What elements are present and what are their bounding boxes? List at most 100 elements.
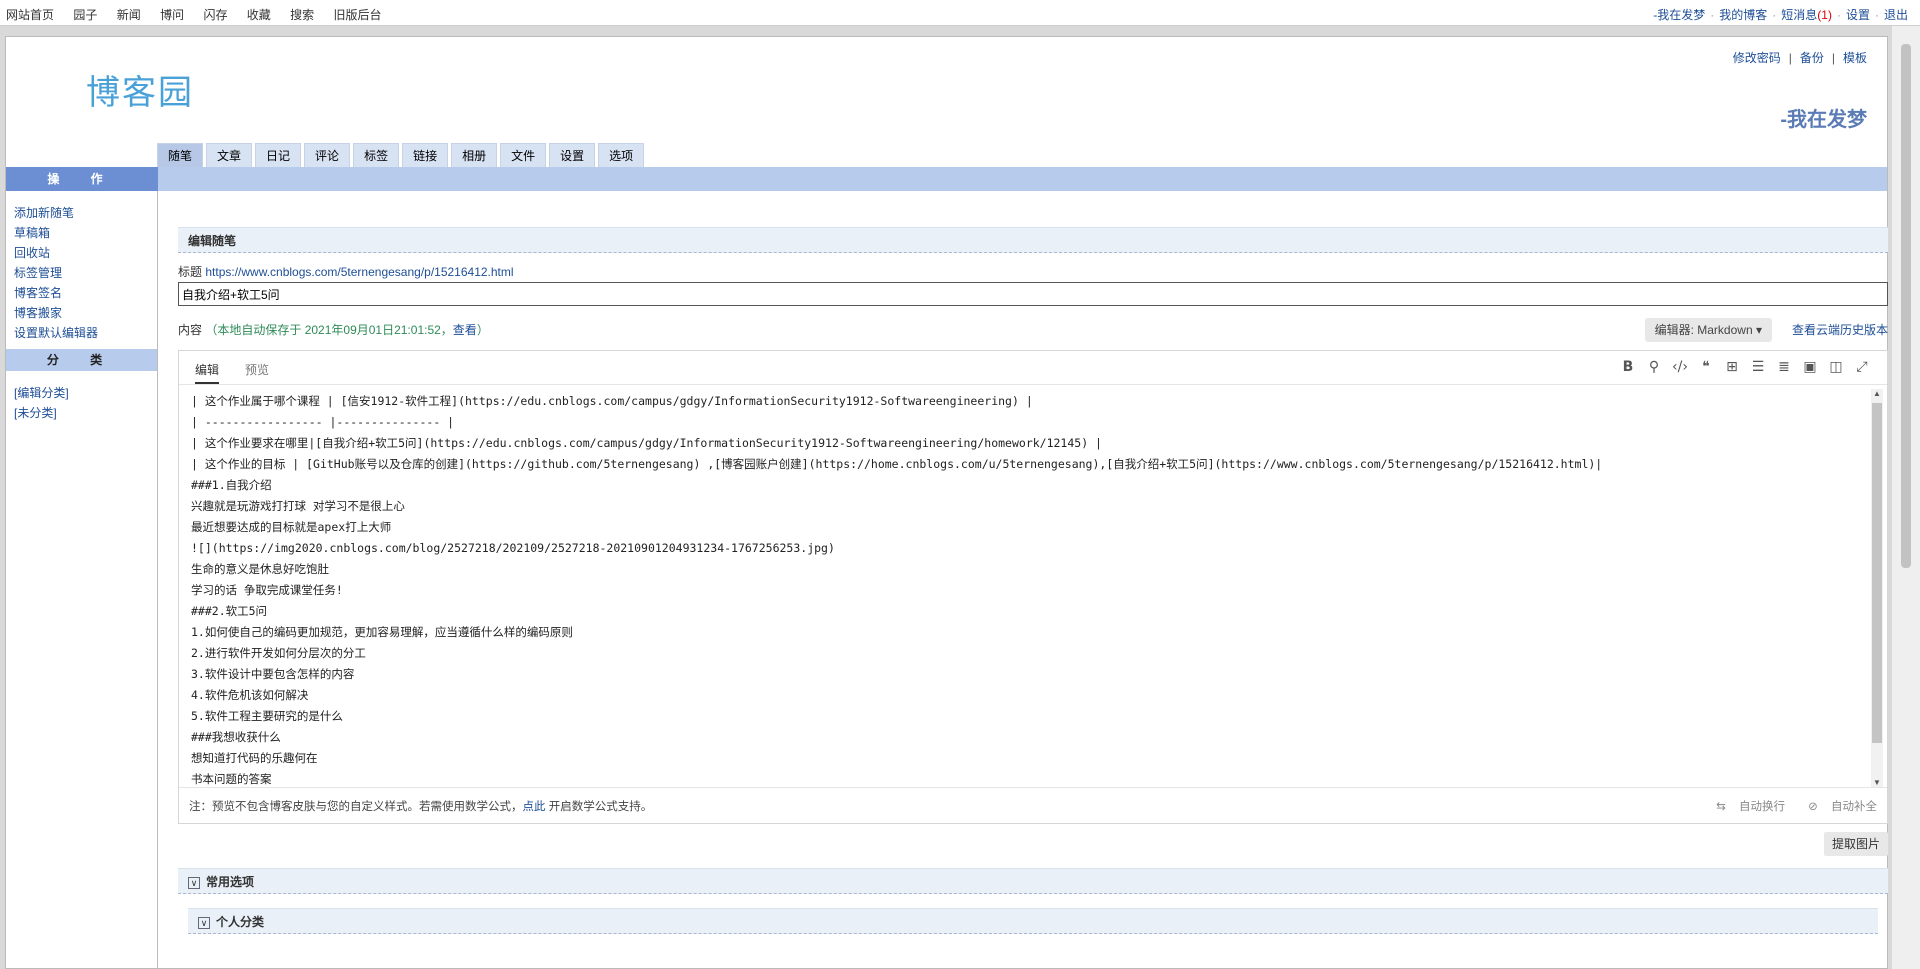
- nav-search-link[interactable]: 搜索: [290, 8, 314, 22]
- operations-header: 操 作: [6, 167, 158, 191]
- tab-settings[interactable]: 设置: [549, 143, 596, 167]
- image-icon[interactable]: ▣: [1797, 359, 1823, 375]
- no-sound-icon: ⊘: [1808, 801, 1818, 813]
- tab-tags[interactable]: 标签: [353, 143, 400, 167]
- code-line: 学习的话 争取完成课堂任务!: [191, 583, 343, 597]
- fullscreen-icon[interactable]: ⤢: [1849, 359, 1875, 375]
- nav-qa-link[interactable]: 博问: [160, 8, 184, 22]
- tab-posts[interactable]: 随笔: [157, 143, 204, 167]
- page-scrollbar[interactable]: [1892, 26, 1920, 969]
- common-options-header[interactable]: ∨ 常用选项: [178, 868, 1888, 894]
- bold-icon[interactable]: B: [1615, 359, 1641, 375]
- tab-diary[interactable]: 日记: [255, 143, 302, 167]
- site-links: 网站首页 园子 新闻 博问 闪存 收藏 搜索 旧版后台: [6, 6, 398, 23]
- sidebar-item-recycle-bin[interactable]: 回收站: [14, 243, 157, 263]
- personal-category-label: 个人分类: [216, 915, 265, 929]
- page-scrollbar-thumb[interactable]: [1901, 44, 1911, 568]
- quote-icon[interactable]: ❝: [1693, 359, 1719, 375]
- code-line: 2.进行软件开发如何分层次的分工: [191, 646, 366, 660]
- title-input[interactable]: [178, 282, 1888, 306]
- separator-bar: |: [1831, 51, 1835, 65]
- auto-complete-toggle[interactable]: ⊘ 自动补全: [1798, 801, 1877, 813]
- logout-link[interactable]: 退出: [1884, 8, 1908, 22]
- tab-links[interactable]: 链接: [402, 143, 449, 167]
- code-line: 5.软件工程主要研究的是什么: [191, 709, 343, 723]
- code-line: 书本问题的答案: [191, 772, 272, 786]
- sidebar-item-add-post[interactable]: 添加新随笔: [14, 203, 157, 223]
- code-icon[interactable]: ‹/›: [1667, 359, 1693, 375]
- scroll-down-icon[interactable]: ▼: [1873, 778, 1881, 787]
- extract-images-row: 提取图片: [178, 824, 1888, 868]
- tab-comments[interactable]: 评论: [304, 143, 351, 167]
- separator-bar: |: [1788, 51, 1792, 65]
- code-line: ###1.自我介绍: [191, 478, 272, 492]
- nav-garden-link[interactable]: 园子: [73, 8, 97, 22]
- link-icon[interactable]: ⚲: [1641, 359, 1667, 375]
- sidebar-item-uncategorized[interactable]: [未分类]: [14, 403, 157, 423]
- tab-files[interactable]: 文件: [500, 143, 547, 167]
- personal-category-header[interactable]: ∨ 个人分类: [188, 908, 1878, 934]
- separator-dot: ·: [1710, 8, 1715, 22]
- settings-link[interactable]: 设置: [1846, 8, 1870, 22]
- extract-images-button[interactable]: 提取图片: [1823, 832, 1888, 856]
- sidebar-item-edit-categories[interactable]: [编辑分类]: [14, 383, 157, 403]
- collapse-icon[interactable]: ∨: [198, 916, 210, 929]
- scroll-up-icon[interactable]: ▲: [1873, 389, 1881, 398]
- enable-math-link[interactable]: 点此: [523, 801, 546, 813]
- autosave-text: （本地自动保存于 2021年09月01日21:01:52，: [205, 323, 453, 337]
- admin-links: 修改密码 | 备份 | 模板: [1733, 49, 1867, 66]
- split-view-icon[interactable]: ◫: [1823, 359, 1849, 375]
- editor-footer: 注：预览不包含博客皮肤与您的自定义样式。若需使用数学公式，点此 开启数学公式支持…: [179, 787, 1887, 823]
- markdown-textarea[interactable]: | 这个作业属于哪个课程 | [信安1912-软件工程](https://edu…: [179, 387, 1865, 787]
- category-header: 分 类: [6, 349, 157, 371]
- header-band: [158, 167, 1887, 191]
- cloud-history-link[interactable]: 查看云端历史版本: [1792, 318, 1888, 342]
- sidebar-item-blog-signature[interactable]: 博客签名: [14, 283, 157, 303]
- editor-select-label: 编辑器: Markdown: [1654, 323, 1753, 337]
- category-list: [编辑分类] [未分类]: [6, 371, 157, 423]
- auto-wrap-toggle[interactable]: ⇆ 自动换行: [1706, 801, 1785, 813]
- site-logo[interactable]: 博客园: [86, 65, 194, 114]
- user-name-link[interactable]: -我在发梦: [1653, 8, 1705, 22]
- editor-toolbar: 编辑 预览 B ⚲ ‹/› ❝ ⊞ ☰ ≣ ▣ ◫ ⤢: [179, 351, 1887, 385]
- nav-home-link[interactable]: 网站首页: [6, 8, 54, 22]
- nav-news-link[interactable]: 新闻: [117, 8, 141, 22]
- separator-dot: ·: [1874, 8, 1879, 22]
- nav-flash-link[interactable]: 闪存: [203, 8, 227, 22]
- table-icon[interactable]: ⊞: [1719, 359, 1745, 375]
- sidebar-item-default-editor[interactable]: 设置默认编辑器: [14, 323, 157, 343]
- messages-link[interactable]: 短消息(1): [1781, 8, 1832, 22]
- my-blog-link[interactable]: 我的博客: [1719, 8, 1767, 22]
- autosave-view-link[interactable]: 查看: [453, 323, 477, 337]
- change-password-link[interactable]: 修改密码: [1733, 51, 1781, 65]
- template-link[interactable]: 模板: [1843, 51, 1867, 65]
- title-label: 标题: [178, 265, 203, 279]
- code-line: 4.软件危机该如何解决: [191, 688, 309, 702]
- common-options-label: 常用选项: [206, 875, 255, 889]
- bullet-list-icon[interactable]: ☰: [1745, 359, 1771, 375]
- editor-options: ⇆ 自动换行 ⊘ 自动补全: [1696, 798, 1877, 814]
- tab-articles[interactable]: 文章: [206, 143, 253, 167]
- tab-albums[interactable]: 相册: [451, 143, 498, 167]
- editor-select-dropdown[interactable]: 编辑器: Markdown ▾: [1644, 318, 1772, 342]
- sidebar-item-drafts[interactable]: 草稿箱: [14, 223, 157, 243]
- editor-scrollbar[interactable]: ▲ ▼: [1871, 389, 1883, 787]
- sidebar-item-blog-migration[interactable]: 博客搬家: [14, 303, 157, 323]
- backup-link[interactable]: 备份: [1800, 51, 1824, 65]
- collapse-icon[interactable]: ∨: [188, 876, 200, 889]
- nav-favorites-link[interactable]: 收藏: [247, 8, 271, 22]
- code-line: 想知道打代码的乐趣何在: [191, 751, 318, 765]
- numbered-list-icon[interactable]: ≣: [1771, 359, 1797, 375]
- tab-options[interactable]: 选项: [598, 143, 645, 167]
- auto-wrap-label: 自动换行: [1738, 801, 1785, 813]
- auto-complete-label: 自动补全: [1831, 801, 1877, 813]
- nav-old-admin-link[interactable]: 旧版后台: [334, 8, 382, 22]
- blog-name[interactable]: -我在发梦: [1780, 103, 1867, 132]
- editor-scrollbar-thumb[interactable]: [1872, 403, 1882, 743]
- preview-note: 注：预览不包含博客皮肤与您的自定义样式。若需使用数学公式，: [189, 801, 523, 813]
- messages-count: (1): [1817, 8, 1832, 22]
- tab-preview-mode[interactable]: 预览: [245, 361, 269, 378]
- post-url-link[interactable]: https://www.cnblogs.com/5ternengesang/p/…: [205, 265, 513, 279]
- tab-edit-mode[interactable]: 编辑: [195, 361, 220, 384]
- sidebar-item-tag-management[interactable]: 标签管理: [14, 263, 157, 283]
